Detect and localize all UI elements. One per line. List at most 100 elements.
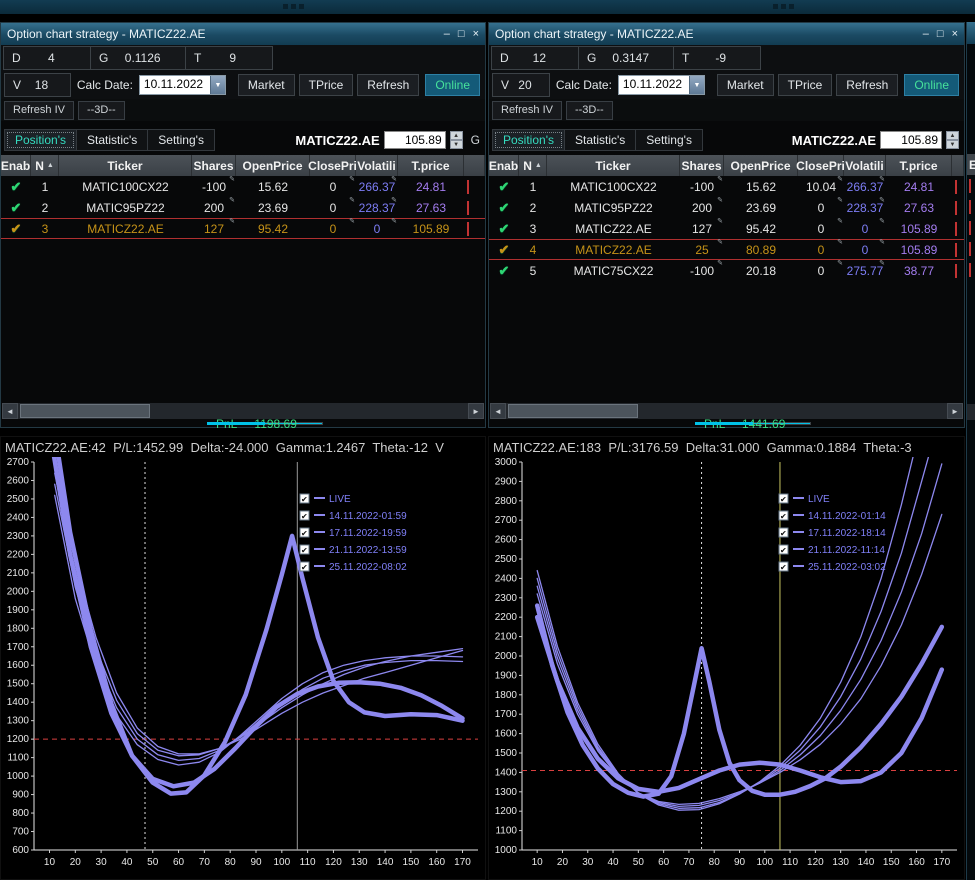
close-button[interactable]: × (473, 28, 479, 40)
cell-volatility[interactable]: 228.37 ✎ (844, 197, 886, 218)
cell-closeprice[interactable]: 0 ✎ (310, 218, 356, 239)
dropdown-arrow-icon[interactable]: ▼ (688, 76, 704, 94)
spin-up-button[interactable]: ▲ (946, 131, 959, 140)
cell-volatility[interactable]: 0 ✎ (844, 218, 886, 239)
tab-statistic-s[interactable]: Statistic's (563, 129, 637, 151)
calc-date-value[interactable]: 10.11.2022 (619, 76, 689, 94)
scrollbar-thumb[interactable] (508, 404, 638, 418)
minimize-button[interactable]: – (923, 28, 929, 40)
cell-closeprice[interactable]: 10.04 ✎ (798, 176, 844, 197)
cell-shares[interactable]: -100 ✎ (680, 260, 724, 281)
scrollbar-thumb[interactable] (20, 404, 150, 418)
cell-closeprice[interactable]: 0 ✎ (310, 176, 356, 197)
column-header-closepri[interactable]: ClosePri (308, 155, 357, 176)
refresh-button[interactable]: Refresh (836, 74, 899, 96)
calc-date-combobox[interactable]: 10.11.2022 ▼ (138, 75, 226, 95)
cell-volatility[interactable]: 266.37 ✎ (844, 176, 886, 197)
horizontal-scrollbar[interactable]: ◄ ► (2, 403, 484, 419)
column-header-n[interactable]: N ▲ (31, 155, 59, 176)
tab-setting-s[interactable]: Setting's (147, 129, 215, 151)
pl-chart[interactable]: 600 700 800 900 1000 1100 1200 1300 1400 1500 1600… (1, 457, 485, 880)
enabled-check-icon[interactable]: ✔ (1, 197, 31, 218)
market-button[interactable]: Market (237, 74, 295, 96)
position-row[interactable]: ✔ 2 MATIC95PZ22 200 ✎ 23.69 0 ✎ 228.37 ✎ 27.63 (1, 197, 485, 218)
refresh-iv-button[interactable]: Refresh IV (4, 100, 74, 120)
legend-label[interactable]: LIVE (808, 494, 830, 505)
cell-closeprice[interactable]: 0 ✎ (798, 260, 844, 281)
tprice-button[interactable]: TPrice (298, 74, 354, 96)
column-header-ticker[interactable]: Ticker (59, 155, 192, 176)
price-input[interactable]: 105.89 (383, 131, 446, 149)
scroll-right-button[interactable]: ► (947, 403, 963, 419)
tab-position-s[interactable]: Position's (492, 129, 565, 151)
online-button[interactable]: Online (904, 74, 959, 96)
maximize-button[interactable]: □ (937, 28, 944, 40)
tab-statistic-s[interactable]: Statistic's (75, 129, 149, 151)
cell-volatility[interactable]: 266.37 ✎ (356, 176, 398, 197)
close-button[interactable]: × (952, 28, 958, 40)
refresh-button[interactable]: Refresh (357, 74, 420, 96)
window-titlebar[interactable]: Option chart strategy - MATICZ22.AE – □ … (489, 23, 964, 45)
legend-label[interactable]: 14.11.2022-01:14 (808, 511, 886, 522)
column-header-openprice[interactable]: OpenPrice (724, 155, 798, 176)
tab-setting-s[interactable]: Setting's (635, 129, 703, 151)
cell-shares[interactable]: 200 ✎ (680, 197, 724, 218)
scroll-left-button[interactable]: ◄ (490, 403, 506, 419)
enabled-check-icon[interactable]: ✔ (489, 260, 519, 281)
spin-down-button[interactable]: ▼ (946, 140, 959, 149)
position-row[interactable]: ✔ 5 MATIC75CX22 -100 ✎ 20.18 0 ✎ 275.77 ✎ 38.77 (489, 260, 964, 281)
scroll-left-button[interactable]: ◄ (2, 403, 18, 419)
column-header-shares[interactable]: Shares (192, 155, 236, 176)
enabled-check-icon[interactable]: ✔ (489, 176, 519, 197)
cell-closeprice[interactable]: 0 ✎ (798, 239, 844, 260)
cell-shares[interactable]: 127 ✎ (680, 218, 724, 239)
calc-date-value[interactable]: 10.11.2022 (140, 76, 210, 94)
cell-shares[interactable]: 200 ✎ (192, 197, 236, 218)
minimize-button[interactable]: – (444, 28, 450, 40)
legend-label[interactable]: 21.11.2022-11:14 (808, 545, 885, 556)
legend-label[interactable]: 14.11.2022-01:59 (329, 511, 407, 522)
3d-button[interactable]: --3D-- (565, 100, 613, 120)
cell-volatility[interactable]: 275.77 ✎ (844, 260, 886, 281)
legend-label[interactable]: 17.11.2022-18:14 (808, 528, 886, 539)
cell-closeprice[interactable]: 0 ✎ (798, 218, 844, 239)
pl-chart-canvas[interactable]: 600 700 800 900 1000 1100 1200 1300 1400 1500 1600… (1, 457, 485, 880)
column-header-t-price[interactable]: T.price (398, 155, 464, 176)
column-header-enab[interactable]: Enab (489, 155, 519, 176)
cell-shares[interactable]: -100 ✎ (192, 176, 236, 197)
pl-chart[interactable]: 1000 1100 1200 1300 1400 1500 1600 1700 1800 1900… (489, 457, 964, 880)
column-header-volatili[interactable]: Volatili (356, 155, 398, 176)
online-button[interactable]: Online (425, 74, 480, 96)
cell-volatility[interactable]: 0 ✎ (844, 239, 886, 260)
enabled-check-icon[interactable]: ✔ (489, 197, 519, 218)
tab-position-s[interactable]: Position's (4, 129, 77, 151)
cell-volatility[interactable]: 228.37 ✎ (356, 197, 398, 218)
position-row[interactable]: ✔ 4 MATICZ22.AE 25 ✎ 80.89 0 ✎ 0 ✎ 105.89 (489, 239, 964, 260)
spin-up-button[interactable]: ▲ (449, 131, 463, 140)
enabled-check-icon[interactable]: ✔ (489, 218, 519, 239)
position-row[interactable]: ✔ 1 MATIC100CX22 -100 ✎ 15.62 10.04 ✎ 266.37 ✎ 24.… (489, 176, 964, 197)
cell-closeprice[interactable]: 0 ✎ (310, 197, 356, 218)
legend-label[interactable]: 25.11.2022-03:02 (808, 562, 886, 573)
cell-closeprice[interactable]: 0 ✎ (798, 197, 844, 218)
tprice-button[interactable]: TPrice (777, 74, 833, 96)
price-input[interactable]: 105.89 (880, 131, 942, 149)
pl-chart-canvas[interactable]: 1000 1100 1200 1300 1400 1500 1600 1700 1800 1900… (489, 457, 964, 880)
column-header-openprice[interactable]: OpenPrice (236, 155, 310, 176)
cell-volatility[interactable]: 0 ✎ (356, 218, 398, 239)
dropdown-arrow-icon[interactable]: ▼ (209, 76, 225, 94)
legend-label[interactable]: 21.11.2022-13:59 (329, 545, 407, 556)
calc-date-combobox[interactable]: 10.11.2022 ▼ (617, 75, 705, 95)
cell-shares[interactable]: 25 ✎ (680, 239, 724, 260)
position-row[interactable]: ✔ 3 MATICZ22.AE 127 ✎ 95.42 0 ✎ 0 ✎ 105.89 (489, 218, 964, 239)
spin-down-button[interactable]: ▼ (449, 140, 463, 149)
horizontal-scrollbar[interactable]: ◄ ► (490, 403, 963, 419)
enabled-check-icon[interactable]: ✔ (1, 176, 31, 197)
3d-button[interactable]: --3D-- (77, 100, 125, 120)
column-header-closepri[interactable]: ClosePri (796, 155, 845, 176)
cell-shares[interactable]: 127 ✎ (192, 218, 236, 239)
position-row[interactable]: ✔ 2 MATIC95PZ22 200 ✎ 23.69 0 ✎ 228.37 ✎ 27.63 (489, 197, 964, 218)
column-header-shares[interactable]: Shares (680, 155, 724, 176)
refresh-iv-button[interactable]: Refresh IV (492, 100, 562, 120)
window-titlebar[interactable]: Option chart strategy - MATICZ22.AE – □ … (1, 23, 485, 45)
